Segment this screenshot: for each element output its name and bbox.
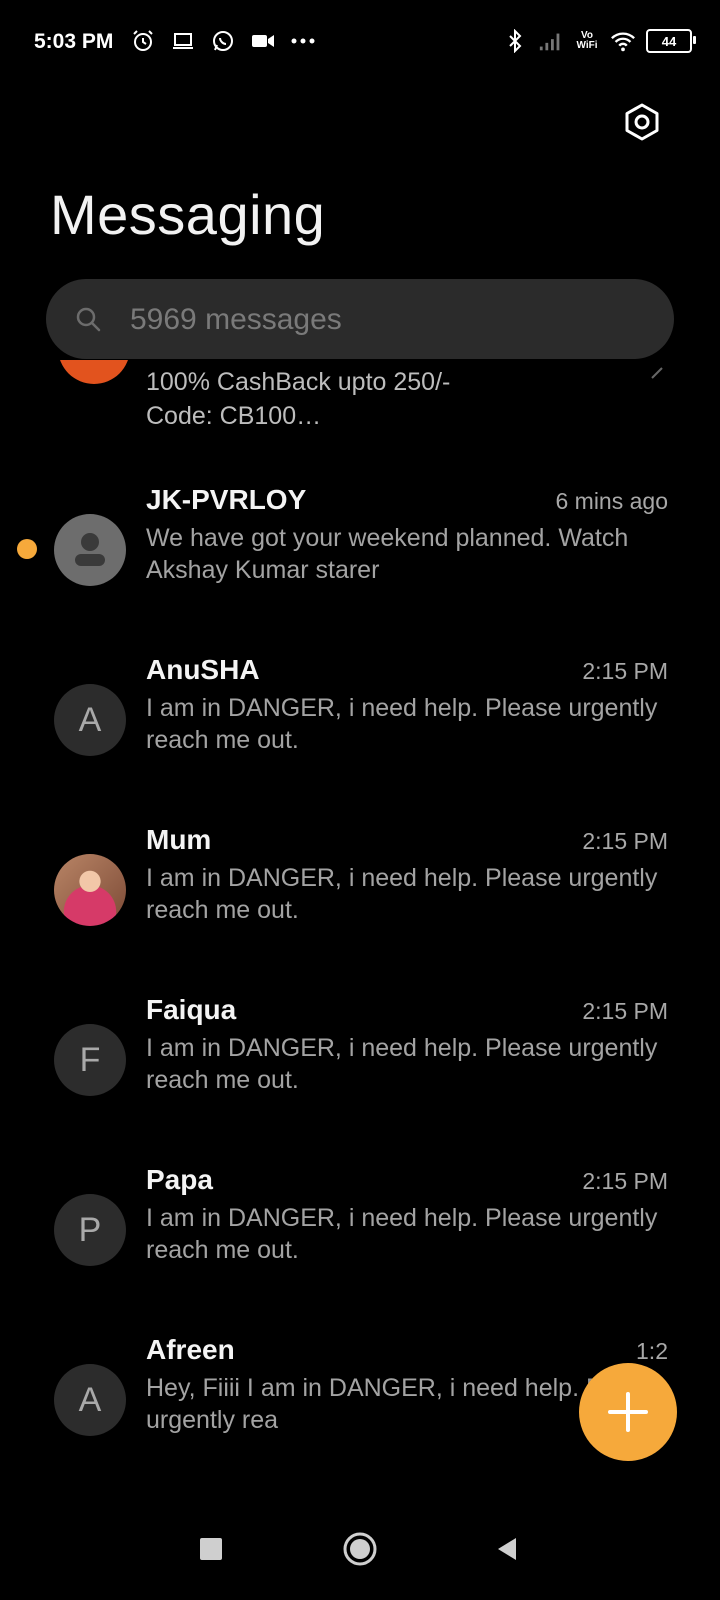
conversation-item-jk-pvrloy[interactable]: JK-PVRLOY 6 mins ago We have got your we… — [0, 484, 720, 654]
laptop-icon — [170, 28, 196, 54]
message-preview: I am in DANGER, i need help. Please urge… — [146, 864, 658, 924]
recents-square-icon — [200, 1538, 222, 1560]
partial-preview-line2: Code: CB100… — [146, 402, 322, 430]
conversation-item-anusha[interactable]: A AnuSHA 2:15 PM I am in DANGER, i need … — [0, 654, 720, 824]
settings-hexagon-icon — [625, 103, 659, 141]
battery-level: 44 — [661, 33, 677, 49]
avatar-photo — [54, 854, 126, 926]
message-preview: I am in DANGER, i need help. Please urge… — [146, 1204, 658, 1264]
more-dots-icon — [290, 28, 316, 54]
battery-icon: 44 — [646, 29, 696, 53]
unread-dot — [17, 539, 37, 559]
contact-name: Mum — [146, 824, 212, 855]
status-left-icons — [130, 28, 316, 54]
conversation-item-mum[interactable]: Mum 2:15 PM I am in DANGER, i need help.… — [0, 824, 720, 994]
status-right-icons: Vo WiFi 44 — [502, 28, 696, 54]
message-preview: We have got your weekend planned. Watch … — [146, 524, 629, 584]
page-title: Messaging — [50, 183, 326, 246]
avatar: A — [54, 684, 126, 756]
back-button[interactable] — [482, 1524, 532, 1574]
settings-button[interactable] — [620, 100, 664, 144]
contact-name: Afreen — [146, 1334, 235, 1365]
conversation-item-faiqua[interactable]: F Faiqua 2:15 PM I am in DANGER, i need … — [0, 994, 720, 1164]
avatar — [54, 514, 126, 586]
home-button[interactable] — [335, 1524, 385, 1574]
conversation-partial[interactable]: 100% CashBack upto 250/- Code: CB100… — [0, 360, 720, 450]
contact-name: Papa — [146, 1164, 213, 1195]
conversation-item-papa[interactable]: P Papa 2:15 PM I am in DANGER, i need he… — [0, 1164, 720, 1334]
message-time: 6 mins ago — [555, 488, 668, 514]
bluetooth-icon — [502, 28, 528, 54]
alarm-icon — [130, 28, 156, 54]
message-preview: I am in DANGER, i need help. Please urge… — [146, 694, 658, 754]
contact-name: AnuSHA — [146, 654, 260, 685]
partial-preview-line1: 100% CashBack upto 250/- — [146, 368, 451, 396]
vowifi-bottom-text: WiFi — [576, 40, 598, 51]
whatsapp-icon — [210, 28, 236, 54]
message-time: 2:15 PM — [582, 1168, 668, 1194]
recents-button[interactable] — [186, 1524, 236, 1574]
chevron-icon — [651, 367, 663, 379]
contact-name: JK-PVRLOY — [146, 484, 307, 515]
avatar: F — [54, 1024, 126, 1096]
avatar: P — [54, 1194, 126, 1266]
wifi-icon — [610, 28, 636, 54]
status-time: 5:03 PM — [34, 30, 114, 53]
video-icon — [250, 28, 276, 54]
signal-icon — [538, 28, 564, 54]
status-bar: 5:03 PM Vo WiFi 44 — [0, 0, 720, 88]
contact-name: Faiqua — [146, 994, 237, 1025]
search-icon — [76, 307, 101, 332]
person-icon — [75, 533, 105, 566]
message-time: 2:15 PM — [582, 828, 668, 854]
vowifi-icon: Vo WiFi — [574, 28, 600, 54]
home-circle-icon — [343, 1532, 377, 1566]
avatar: A — [54, 1364, 126, 1436]
navigation-bar — [0, 1500, 720, 1600]
back-triangle-icon — [498, 1538, 516, 1560]
search-bar[interactable] — [46, 279, 674, 361]
avatar — [58, 360, 130, 384]
new-message-button[interactable] — [579, 1363, 677, 1461]
message-time: 1:2 — [636, 1338, 668, 1364]
message-preview: I am in DANGER, i need help. Please urge… — [146, 1034, 658, 1094]
message-time: 2:15 PM — [582, 658, 668, 684]
message-time: 2:15 PM — [582, 998, 668, 1024]
plus-icon — [608, 1392, 648, 1432]
search-input[interactable] — [128, 279, 652, 361]
